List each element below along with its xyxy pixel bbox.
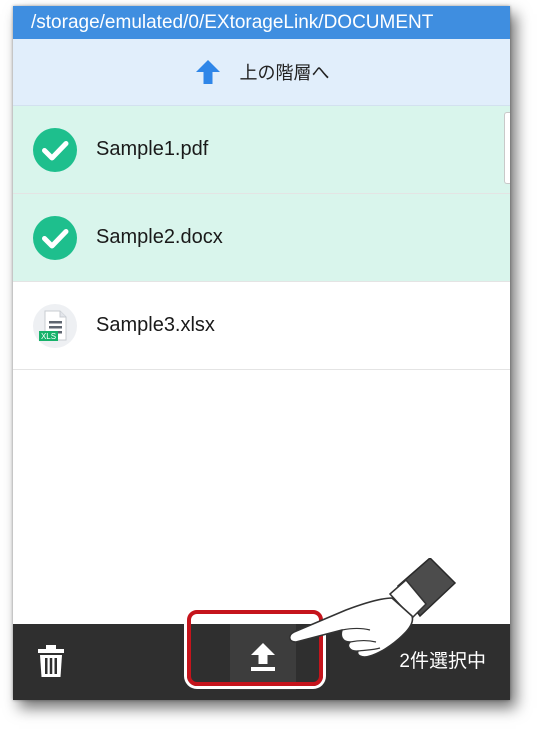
file-name: Sample2.docx	[96, 226, 223, 248]
parent-folder-button[interactable]: 上の階層へ	[13, 39, 510, 106]
file-name: Sample3.xlsx	[96, 314, 215, 336]
xls-badge: XLS	[41, 332, 56, 341]
parent-folder-label: 上の階層へ	[239, 63, 330, 83]
file-list: Sample1.pdf Sample2.docx XLS Sample3.xls…	[13, 106, 510, 370]
trash-icon[interactable]	[35, 644, 67, 678]
pointing-hand-icon	[288, 558, 457, 658]
file-row[interactable]: Sample1.pdf	[13, 106, 510, 194]
file-name: Sample1.pdf	[96, 138, 209, 160]
check-circle-icon	[33, 127, 77, 172]
path-bar: /storage/emulated/0/EXtorageLink/DOCUMEN…	[13, 6, 510, 39]
xls-file-icon: XLS	[33, 303, 77, 348]
file-row[interactable]: XLS Sample3.xlsx	[13, 282, 510, 370]
scrollbar[interactable]	[504, 112, 510, 184]
file-row[interactable]: Sample2.docx	[13, 194, 510, 282]
arrow-up-icon	[195, 60, 220, 84]
check-circle-icon	[33, 215, 77, 260]
